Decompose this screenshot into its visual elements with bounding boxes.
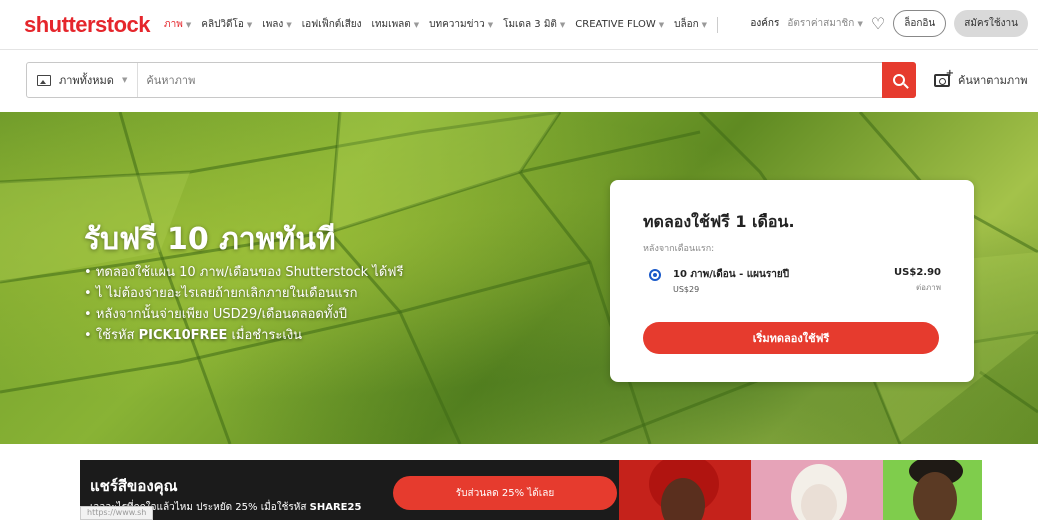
free-trial-card: ทดลองใช้ฟรี 1 เดือน. หลังจากเดือนแรก: 10… xyxy=(610,180,974,382)
promo-code-suffix: เมื่อชำระเงิน xyxy=(227,328,303,343)
nav-item-label: เอฟเฟ็กต์เสียง xyxy=(301,19,362,30)
plan-name: 10 ภาพ/เดือน - แผนรายปี xyxy=(673,269,790,280)
nav-item-sound-effects[interactable]: เอฟเฟ็กต์เสียง xyxy=(302,17,362,32)
benefit-item: หลังจากนั้นจ่ายเพียง USD29/เดือนตลอดทั้ง… xyxy=(84,304,403,325)
nav-item-images[interactable]: ภาพ ▼ xyxy=(164,17,191,32)
top-navigation: shutterstock ภาพ ▼ คลิปวิดีโอ ▼ เพลง ▼ เอฟเ… xyxy=(0,0,1038,50)
nav-divider xyxy=(717,16,719,33)
benefit-item: ไ ไม่ต้องจ่ายอะไรเลยถ้ายกเลิกภายในเดือนแ… xyxy=(84,283,403,304)
start-free-trial-button[interactable]: เริ่มทดลองใช้ฟรี xyxy=(643,322,939,354)
nav-item-video[interactable]: คลิปวิดีโอ ▼ xyxy=(201,17,252,32)
visual-search-button[interactable]: ค้นหาตามภาพ xyxy=(934,68,1028,89)
nav-item-label: โมเดล 3 มิติ xyxy=(503,19,557,30)
hero-banner: รับฟรี 10 ภาพทันที ทดลองใช้แผน 10 ภาพ/เด… xyxy=(0,112,1038,444)
get-discount-button[interactable]: รับส่วนลด 25% ได้เลย xyxy=(393,476,617,510)
promo-photo-red-headwrap xyxy=(619,460,751,520)
account-actions: องค์กร อัตราค่าสมาชิก ▼ ♡ ล็อกอิน สมัครใ… xyxy=(750,10,1028,37)
nav-item-label: เพลง xyxy=(262,19,284,30)
shutterstock-logo[interactable]: shutterstock xyxy=(24,12,151,38)
nav-item-music[interactable]: เพลง ▼ xyxy=(262,17,291,32)
promo-photo-pink-portrait xyxy=(751,460,883,520)
chevron-down-icon: ▼ xyxy=(185,20,192,29)
nav-item-3d-models[interactable]: โมเดล 3 มิติ ▼ xyxy=(503,17,565,32)
chevron-down-icon: ▼ xyxy=(286,20,292,29)
heart-icon[interactable]: ♡ xyxy=(871,15,885,32)
nav-item-label: ภาพ xyxy=(164,19,183,30)
nav-item-label: บล็อก xyxy=(674,19,699,30)
pricing-link[interactable]: อัตราค่าสมาชิก ▼ xyxy=(787,16,863,31)
nav-item-blog[interactable]: บล็อก ▼ xyxy=(674,17,707,32)
nav-item-editorial[interactable]: บทความข่าว ▼ xyxy=(429,17,493,32)
main-menu: ภาพ ▼ คลิปวิดีโอ ▼ เพลง ▼ เอฟเฟ็กต์เสียง เท… xyxy=(164,16,719,33)
signup-button[interactable]: สมัครใช้งาน xyxy=(954,10,1028,37)
plan-price: US$2.90 ต่อภาพ xyxy=(894,267,941,294)
hero-title: รับฟรี 10 ภาพทันที xyxy=(84,222,336,257)
plan-option[interactable]: 10 ภาพ/เดือน - แผนรายปี US$29 US$2.90 ต่… xyxy=(643,267,941,294)
chevron-down-icon: ▼ xyxy=(487,20,494,29)
trial-card-title: ทดลองใช้ฟรี 1 เดือน. xyxy=(643,212,795,231)
login-button[interactable]: ล็อกอิน xyxy=(893,10,947,37)
camera-plus-icon xyxy=(934,68,954,87)
chevron-down-icon: ▼ xyxy=(658,20,665,29)
promo-title: แชร์สีของคุณ xyxy=(90,477,178,495)
chevron-down-icon: ▼ xyxy=(121,76,128,84)
trial-card-subtitle: หลังจากเดือนแรก: xyxy=(643,244,715,254)
promo-code-prefix: ใช้รหัส xyxy=(95,328,139,343)
price-unit: ต่อภาพ xyxy=(915,283,941,292)
search-input[interactable] xyxy=(138,63,882,97)
nav-item-label: CREATIVE FLOW xyxy=(575,19,656,30)
benefit-item: ทดลองใช้แผน 10 ภาพ/เดือนของ Shutterstock… xyxy=(84,262,404,283)
promo-code: SHARE25 xyxy=(309,502,362,513)
benefit-item-promo-code: ใช้รหัส PICK10FREE เมื่อชำระเงิน xyxy=(84,325,403,346)
media-type-label: ภาพทั้งหมด xyxy=(59,74,114,87)
pricing-label: อัตราค่าสมาชิก xyxy=(787,18,855,29)
chevron-down-icon: ▼ xyxy=(857,20,863,28)
promo-code: PICK10FREE xyxy=(138,328,228,343)
chevron-down-icon: ▼ xyxy=(559,20,566,29)
share-your-colors-banner: แชร์สีของคุณ เจออะไรที่ถูกใจแล้วไหม ประห… xyxy=(80,460,982,520)
chevron-down-icon: ▼ xyxy=(701,20,708,29)
chevron-down-icon: ▼ xyxy=(413,20,420,29)
plan-details: 10 ภาพ/เดือน - แผนรายปี US$29 xyxy=(673,267,789,294)
promo-photo-green-portrait xyxy=(883,460,982,520)
search-bar: ภาพทั้งหมด ▼ xyxy=(26,62,916,98)
enterprise-link[interactable]: องค์กร xyxy=(750,16,779,31)
image-icon xyxy=(37,74,51,86)
nav-item-label: คลิปวิดีโอ xyxy=(201,19,244,30)
browser-status-url: https://www.sh xyxy=(80,506,154,520)
nav-item-templates[interactable]: เทมเพลต ▼ xyxy=(372,17,420,32)
media-type-dropdown[interactable]: ภาพทั้งหมด ▼ xyxy=(27,63,139,97)
search-icon xyxy=(893,74,905,86)
plan-radio-selected[interactable] xyxy=(649,269,661,281)
nav-item-creative-flow[interactable]: CREATIVE FLOW ▼ xyxy=(575,19,664,30)
nav-item-label: บทความข่าว xyxy=(429,19,485,30)
search-button[interactable] xyxy=(882,62,916,98)
hero-benefits-list: ทดลองใช้แผน 10 ภาพ/เดือนของ Shutterstock… xyxy=(84,262,404,346)
search-row: ภาพทั้งหมด ▼ ค้นหาตามภาพ xyxy=(0,58,1038,102)
chevron-down-icon: ▼ xyxy=(246,20,253,29)
plan-monthly-price: US$29 xyxy=(673,285,700,294)
visual-search-label: ค้นหาตามภาพ xyxy=(958,74,1028,87)
nav-item-label: เทมเพลต xyxy=(371,19,411,30)
price-per-image: US$2.90 xyxy=(894,267,941,278)
